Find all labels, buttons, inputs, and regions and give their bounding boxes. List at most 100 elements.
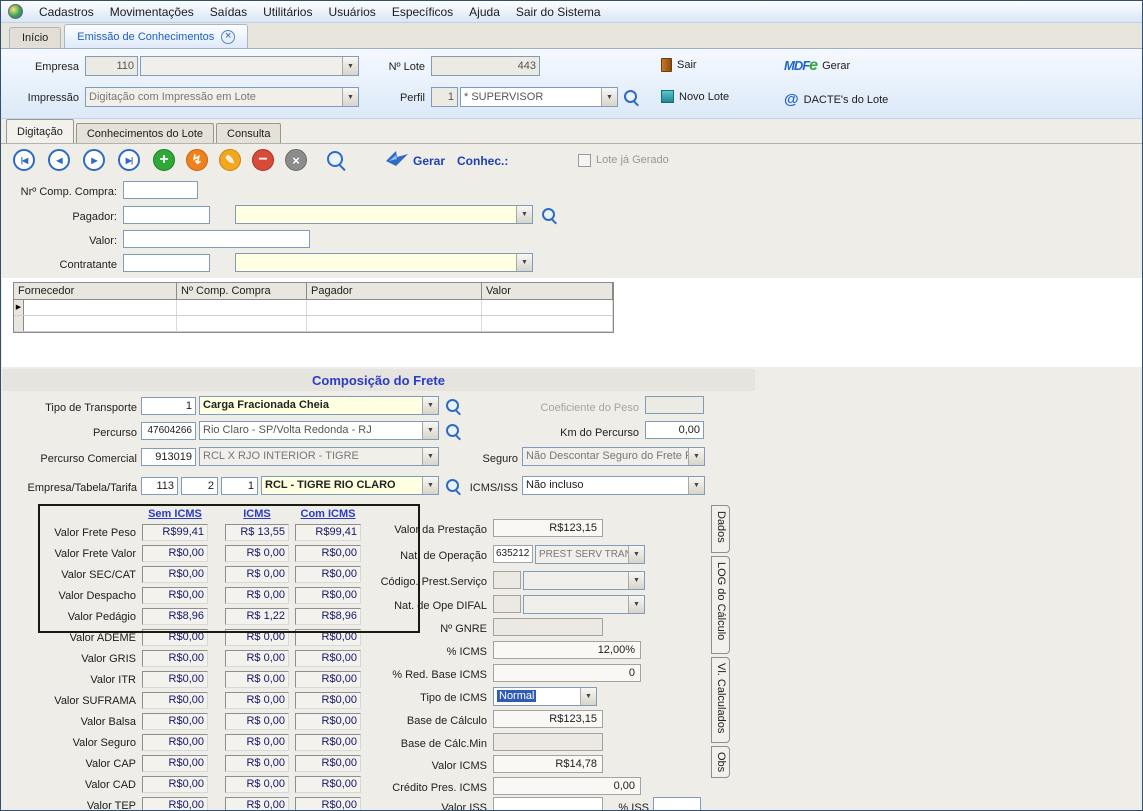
- base-calculo-field[interactable]: R$123,15: [493, 710, 603, 728]
- sair-button[interactable]: Sair: [661, 58, 697, 72]
- tab-consulta[interactable]: Consulta: [216, 123, 281, 143]
- valor-icms-field[interactable]: R$ 0,00: [225, 797, 289, 811]
- gerar-button[interactable]: Gerar: [413, 154, 445, 168]
- comp-compra-field[interactable]: [123, 181, 198, 199]
- tarifa-num-field[interactable]: 1: [221, 477, 258, 495]
- valor-com-icms-field[interactable]: R$0,00: [295, 755, 361, 772]
- tab-inicio[interactable]: Início: [9, 27, 61, 48]
- novo-lote-button[interactable]: Novo Lote: [661, 90, 729, 103]
- valor-sem-icms-field[interactable]: R$8,96: [142, 608, 208, 625]
- valor-field[interactable]: [123, 230, 310, 248]
- empresa-num-field[interactable]: 113: [141, 477, 178, 495]
- valor-sem-icms-field[interactable]: R$0,00: [142, 713, 208, 730]
- valor-com-icms-field[interactable]: R$0,00: [295, 776, 361, 793]
- valor-icms-field[interactable]: R$ 0,00: [225, 776, 289, 793]
- valor-sem-icms-field[interactable]: R$0,00: [142, 545, 208, 562]
- search-icon[interactable]: [541, 207, 558, 224]
- valor-icms-field[interactable]: R$ 0,00: [225, 566, 289, 583]
- tipo-transporte-combo[interactable]: Carga Fracionada Cheia: [199, 396, 439, 415]
- perfil-combo[interactable]: * SUPERVISOR: [460, 87, 618, 107]
- valor-sem-icms-field[interactable]: R$0,00: [142, 671, 208, 688]
- valor-icms-field[interactable]: R$ 0,00: [225, 587, 289, 604]
- tabela-num-field[interactable]: 2: [181, 477, 218, 495]
- valor-com-icms-field[interactable]: R$0,00: [295, 566, 361, 583]
- lote-ja-gerado-checkbox[interactable]: [578, 154, 591, 167]
- delete-button[interactable]: [252, 149, 274, 171]
- valor-icms-field[interactable]: R$ 0,00: [225, 713, 289, 730]
- valor-com-icms-field[interactable]: R$0,00: [295, 650, 361, 667]
- valor-icms-field[interactable]: R$ 0,00: [225, 671, 289, 688]
- close-tab-icon[interactable]: [221, 30, 235, 44]
- perc-icms-field[interactable]: 12,00%: [493, 641, 641, 659]
- cancel-button[interactable]: [285, 149, 307, 171]
- valor-sem-icms-field[interactable]: R$0,00: [142, 776, 208, 793]
- pagador-code-field[interactable]: [123, 206, 210, 224]
- percurso-comercial-num-field[interactable]: 913019: [141, 448, 196, 466]
- km-percurso-field[interactable]: 0,00: [645, 421, 704, 439]
- valor-com-icms-field[interactable]: R$0,00: [295, 629, 361, 646]
- contratante-combo[interactable]: [235, 253, 533, 272]
- percurso-combo[interactable]: Rio Claro - SP/Volta Redonda - RJ: [199, 421, 439, 440]
- tab-digitacao[interactable]: Digitação: [6, 119, 74, 143]
- credito-pres-icms-field[interactable]: 0,00: [493, 777, 641, 795]
- side-tab[interactable]: Vl. Calculados: [711, 657, 730, 743]
- tipo-icms-combo[interactable]: Normal: [493, 687, 597, 706]
- valor-icms-field[interactable]: R$ 13,55: [225, 524, 289, 541]
- prestacao-field[interactable]: R$123,15: [493, 519, 603, 537]
- valor-sem-icms-field[interactable]: R$0,00: [142, 734, 208, 751]
- tarifa-combo[interactable]: RCL - TIGRE RIO CLARO: [261, 476, 439, 495]
- valor-sem-icms-field[interactable]: R$99,41: [142, 524, 208, 541]
- valor-sem-icms-field[interactable]: R$0,00: [142, 650, 208, 667]
- valor-com-icms-field[interactable]: R$0,00: [295, 713, 361, 730]
- valor-sem-icms-field[interactable]: R$0,00: [142, 566, 208, 583]
- pagador-combo[interactable]: [235, 205, 533, 224]
- valor-icms-field[interactable]: R$ 0,00: [225, 755, 289, 772]
- valor-com-icms-field[interactable]: R$0,00: [295, 692, 361, 709]
- edit-button[interactable]: [219, 149, 241, 171]
- post-button[interactable]: [186, 149, 208, 171]
- grid-row-empty[interactable]: [14, 316, 613, 332]
- search-icon[interactable]: [445, 423, 462, 440]
- search-icon[interactable]: [326, 150, 347, 171]
- side-tab[interactable]: Obs: [711, 746, 730, 778]
- valor-icms-field[interactable]: R$ 0,00: [225, 545, 289, 562]
- tab-emissao-conhecimentos[interactable]: Emissão de Conhecimentos: [64, 24, 248, 48]
- side-tab[interactable]: Dados: [711, 505, 730, 553]
- first-record-button[interactable]: [13, 149, 35, 171]
- valor-sem-icms-field[interactable]: R$0,00: [142, 692, 208, 709]
- menu-item[interactable]: Cadastros: [39, 5, 94, 19]
- previous-record-button[interactable]: [48, 149, 70, 171]
- menu-item[interactable]: Utilitários: [263, 5, 312, 19]
- grid-row-current[interactable]: [14, 300, 613, 316]
- red-base-icms-field[interactable]: 0: [493, 664, 641, 682]
- perc-iss-field[interactable]: [653, 797, 701, 811]
- valor-icms-field[interactable]: R$ 0,00: [225, 629, 289, 646]
- contratante-code-field[interactable]: [123, 254, 210, 272]
- add-button[interactable]: [153, 149, 175, 171]
- valor-com-icms-field[interactable]: R$8,96: [295, 608, 361, 625]
- valor-com-icms-field[interactable]: R$99,41: [295, 524, 361, 541]
- valor-sem-icms-field[interactable]: R$0,00: [142, 755, 208, 772]
- menu-item[interactable]: Saídas: [210, 5, 247, 19]
- menu-item[interactable]: Específicos: [392, 5, 453, 19]
- side-tab[interactable]: LOG do Cálculo: [711, 556, 730, 654]
- valor-icms-field[interactable]: R$ 0,00: [225, 692, 289, 709]
- valor-iss-field[interactable]: [493, 797, 603, 811]
- menu-item[interactable]: Sair do Sistema: [516, 5, 601, 19]
- tab-conhecimentos-do-lote[interactable]: Conhecimentos do Lote: [76, 123, 214, 143]
- valor-com-icms-field[interactable]: R$0,00: [295, 545, 361, 562]
- valor-com-icms-field[interactable]: R$0,00: [295, 734, 361, 751]
- percurso-num-field[interactable]: 47604266: [141, 422, 196, 440]
- valor-com-icms-field[interactable]: R$0,00: [295, 797, 361, 811]
- menu-item[interactable]: Movimentações: [110, 5, 194, 19]
- valor-sem-icms-field[interactable]: R$0,00: [142, 587, 208, 604]
- mdfe-gerar-button[interactable]: MDFe Gerar: [784, 57, 850, 75]
- valor-icms-field[interactable]: R$ 0,00: [225, 734, 289, 751]
- valor-icms-field[interactable]: R$ 1,22: [225, 608, 289, 625]
- dacte-button[interactable]: DACTE's do Lote: [784, 92, 888, 107]
- valor-icms-field[interactable]: R$14,78: [493, 755, 603, 773]
- search-icon[interactable]: [623, 89, 640, 106]
- menu-item[interactable]: Usuários: [328, 5, 375, 19]
- icms-iss-combo[interactable]: Não incluso: [522, 476, 705, 495]
- menu-item[interactable]: Ajuda: [469, 5, 500, 19]
